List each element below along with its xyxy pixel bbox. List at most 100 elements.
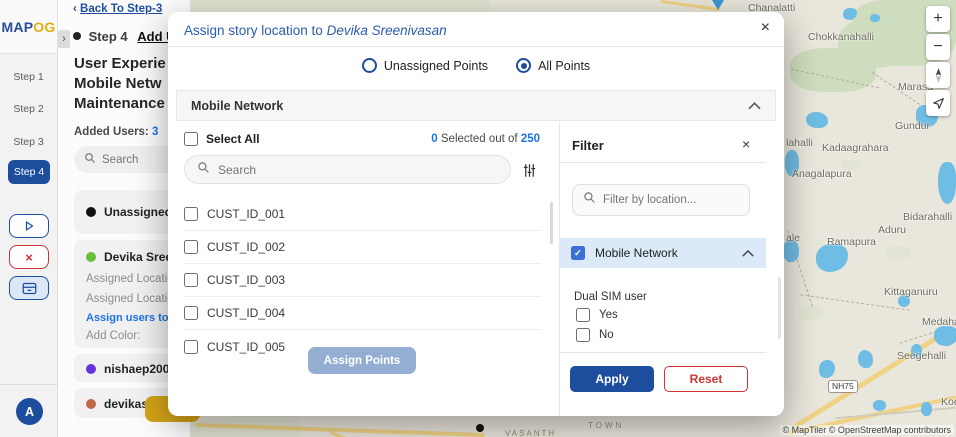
filter-option-yes[interactable]: Yes bbox=[576, 308, 618, 322]
play-button[interactable] bbox=[9, 214, 49, 238]
points-radio-group: Unassigned Points All Points bbox=[168, 58, 784, 73]
panel-search-input[interactable] bbox=[102, 153, 172, 166]
row-checkbox[interactable] bbox=[184, 306, 198, 320]
map-label: Anagalapura bbox=[792, 168, 852, 180]
row-checkbox[interactable] bbox=[184, 273, 198, 287]
filter-location-input[interactable] bbox=[603, 194, 723, 206]
left-rail: MAP OG Step 1 Step 2 Step 3 Step 4 × A bbox=[0, 0, 58, 437]
list-item[interactable]: CUST_ID_001 bbox=[184, 198, 541, 231]
search-icon bbox=[583, 191, 596, 209]
filter-scrollbar[interactable] bbox=[778, 277, 781, 339]
map-road bbox=[660, 0, 720, 12]
compass-icon[interactable] bbox=[926, 62, 950, 88]
mobile-network-accordion[interactable]: Mobile Network bbox=[176, 90, 776, 121]
map-label: Medahalli bbox=[922, 316, 956, 328]
map-label: Seegehalli bbox=[897, 350, 947, 362]
zoom-in-button[interactable]: + bbox=[926, 6, 950, 32]
save-button[interactable] bbox=[9, 276, 49, 300]
map-point-dot bbox=[476, 424, 484, 432]
points-search-box[interactable] bbox=[184, 155, 511, 184]
delete-button[interactable]: × bbox=[9, 245, 49, 269]
step-indicator-dot bbox=[73, 32, 81, 40]
filter-close-button[interactable]: × bbox=[742, 136, 750, 152]
assign-points-button[interactable]: Assign Points bbox=[308, 347, 416, 374]
chevron-up-icon bbox=[742, 249, 754, 257]
collapse-panel-toggle[interactable]: › bbox=[58, 30, 70, 48]
user-avatar[interactable]: A bbox=[16, 398, 43, 425]
map-label: ale bbox=[786, 232, 801, 244]
radio-all-points[interactable]: All Points bbox=[516, 58, 590, 73]
color-dot-orange bbox=[86, 399, 96, 409]
step-label: Step 4 bbox=[88, 29, 128, 44]
filter-toggle-button[interactable] bbox=[517, 158, 541, 182]
assign-location-modal: Assign story location to Devika Sreeniva… bbox=[168, 12, 784, 416]
map-label: Kod bbox=[941, 396, 956, 408]
list-item[interactable]: CUST_ID_003 bbox=[184, 264, 541, 297]
modal-close-button[interactable]: × bbox=[761, 19, 770, 37]
sidebar-item-step3[interactable]: Step 3 bbox=[0, 136, 57, 148]
back-to-step3-link[interactable]: ‹ Back To Step-3 bbox=[73, 3, 162, 15]
map-forest-patch bbox=[190, 0, 490, 12]
select-all-row[interactable]: Select All bbox=[184, 132, 260, 146]
filter-location-box[interactable] bbox=[572, 184, 750, 216]
map-forest-patch bbox=[838, 18, 908, 68]
radio-icon[interactable] bbox=[361, 58, 377, 73]
row-checkbox[interactable] bbox=[184, 339, 198, 354]
story-title: User Experie Mobile Netw Maintenance bbox=[74, 55, 166, 112]
row-checkbox[interactable] bbox=[184, 240, 198, 254]
yes-checkbox[interactable] bbox=[576, 308, 590, 322]
search-icon bbox=[84, 151, 96, 169]
rail-divider bbox=[0, 384, 57, 385]
apply-button[interactable]: Apply bbox=[570, 366, 654, 392]
zoom-out-button[interactable]: − bbox=[926, 34, 950, 60]
map-area-label: VASANTH bbox=[505, 429, 557, 437]
added-users-count: Added Users: 3 bbox=[74, 126, 159, 138]
road-badge: NH75 bbox=[828, 380, 858, 393]
map-label: Bidarahalli bbox=[903, 211, 953, 223]
map-label: Chokkanahalli bbox=[808, 31, 874, 43]
sidebar-item-step4-active[interactable]: Step 4 bbox=[8, 160, 50, 184]
modal-title-username: Devika Sreenivasan bbox=[326, 23, 447, 38]
radio-selected-icon[interactable] bbox=[516, 58, 532, 73]
map-label: Gundur bbox=[895, 120, 931, 132]
chevron-left-icon: ‹ bbox=[73, 3, 77, 15]
map-label: Kittaganuru bbox=[884, 286, 938, 298]
filter-option-no[interactable]: No bbox=[576, 328, 614, 342]
step4-header: Step 4 Add U bbox=[73, 29, 176, 44]
checked-checkbox[interactable]: ✓ bbox=[571, 246, 585, 260]
map-label: Ramapura bbox=[827, 236, 877, 248]
list-scrollbar[interactable] bbox=[550, 202, 553, 244]
map-lake bbox=[934, 326, 956, 346]
app-screen: Chanalatti Chokkanahalli Marasa Gundur l… bbox=[0, 0, 956, 437]
map-lake bbox=[873, 400, 886, 411]
sidebar-item-step2[interactable]: Step 2 bbox=[0, 103, 57, 115]
filter-divider bbox=[559, 162, 766, 163]
map-lake bbox=[806, 112, 828, 128]
sliders-icon bbox=[523, 163, 535, 177]
map-lake bbox=[870, 14, 880, 22]
no-checkbox[interactable] bbox=[576, 328, 590, 342]
map-lake bbox=[858, 350, 873, 368]
list-item[interactable]: CUST_ID_004 bbox=[184, 297, 541, 330]
map-lake bbox=[816, 244, 848, 272]
radio-unassigned-points[interactable]: Unassigned Points bbox=[361, 58, 488, 73]
map-lake bbox=[819, 360, 835, 378]
filter-group-label: Dual SIM user bbox=[574, 291, 647, 303]
search-icon bbox=[197, 161, 210, 179]
map-lake bbox=[921, 402, 932, 416]
locate-arrow-icon[interactable] bbox=[926, 90, 950, 116]
app-logo: MAP OG bbox=[0, 0, 57, 54]
list-item[interactable]: CUST_ID_002 bbox=[184, 231, 541, 264]
map-label: Kadaagrahara bbox=[822, 142, 889, 154]
map-label: Aduru bbox=[878, 224, 907, 236]
filter-footer-divider bbox=[559, 352, 766, 353]
selection-count: 0 Selected out of 250 bbox=[431, 133, 540, 145]
select-all-checkbox[interactable] bbox=[184, 132, 198, 146]
color-dot-black bbox=[86, 207, 96, 217]
color-dot-green bbox=[86, 252, 96, 262]
filter-category-mobile-network[interactable]: ✓ Mobile Network bbox=[559, 238, 766, 268]
row-checkbox[interactable] bbox=[184, 207, 198, 221]
reset-button[interactable]: Reset bbox=[664, 366, 748, 392]
points-search-input[interactable] bbox=[218, 162, 468, 177]
sidebar-item-step1[interactable]: Step 1 bbox=[0, 71, 57, 83]
